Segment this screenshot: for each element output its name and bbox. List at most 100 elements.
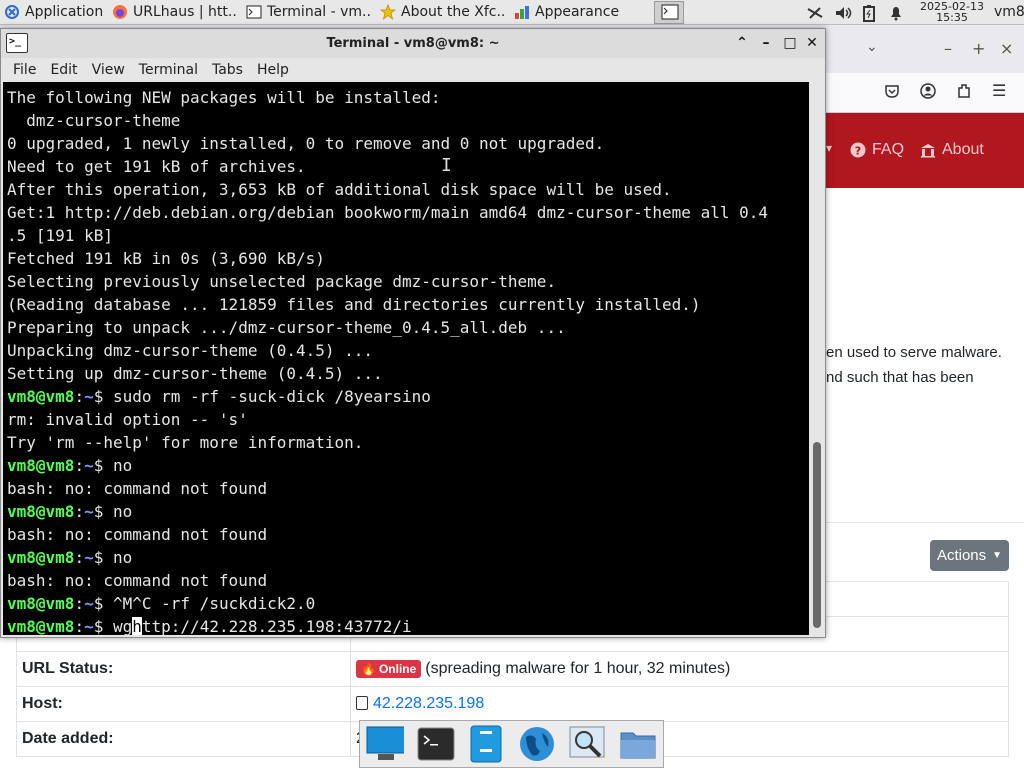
prompt-dir: ~ (84, 456, 94, 475)
web-browser-icon[interactable] (518, 725, 556, 763)
account-icon[interactable] (920, 83, 936, 103)
prompt-user: vm8@vm8 (7, 456, 75, 475)
prompt-symbol: $ (93, 548, 113, 567)
command-text: sudo rm -rf -suck-dick /8yearsino (112, 387, 431, 406)
prompt-user: vm8@vm8 (7, 548, 75, 567)
minimize-icon[interactable]: – (944, 39, 952, 58)
table-key: URL Status: (16, 651, 351, 687)
show-desktop-icon[interactable] (366, 725, 405, 763)
terminal-output-line: 0 upgraded, 1 newly installed, 0 to remo… (7, 134, 605, 153)
file-manager-icon[interactable] (467, 725, 505, 763)
command-text: ttp://42.228.235.198:43772/i (141, 617, 412, 635)
task-appearance[interactable]: Appearance (510, 0, 650, 25)
pocket-icon[interactable] (884, 83, 900, 103)
xfce-menu-icon (4, 4, 20, 20)
applications-menu-button[interactable]: Applications ≡ (0, 0, 108, 25)
terminal-command-line: vm8@vm8:~$ no (7, 500, 768, 523)
terminal-scrollbar[interactable] (809, 82, 825, 635)
prompt-user: vm8@vm8 (7, 502, 75, 521)
close-icon[interactable]: × (1000, 39, 1013, 58)
terminal-menu-tabs[interactable]: Tabs (212, 62, 243, 78)
active-window-button[interactable] (654, 0, 684, 24)
terminal-window: >_ Terminal - vm8@vm8: ~ ⌃ – □ ✕ File Edi… (0, 28, 826, 638)
network-icon[interactable] (806, 0, 824, 25)
prompt-sep: : (74, 387, 85, 406)
terminal-output-line: Fetched 191 kB in 0s (3,690 kB/s) (7, 249, 325, 268)
user-menu[interactable]: vm8 (994, 4, 1024, 20)
shade-up-icon[interactable]: ⌃ (733, 33, 751, 53)
terminal-icon (246, 4, 262, 20)
task-label: Appearance (535, 4, 620, 20)
terminal-icon[interactable] (417, 725, 455, 763)
terminal-output-line: Setting up dmz-cursor-theme (0.4.5) ... (7, 364, 383, 383)
command-text: no (112, 456, 133, 475)
prompt-dir: ~ (84, 502, 94, 521)
prompt-symbol: $ (93, 594, 113, 613)
app-finder-icon[interactable] (568, 725, 606, 763)
terminal-output-line: .5 [191 kB] (7, 226, 113, 245)
table-row: URL Status: 🔥 Online (spreading malware fo… (16, 651, 1009, 687)
folder-icon[interactable] (619, 725, 657, 763)
terminal-output-line: Unpacking dmz-cursor-theme (0.4.5) ... (7, 341, 374, 360)
task-terminal[interactable]: Terminal - vm... (242, 0, 376, 25)
terminal-menu-terminal[interactable]: Terminal (139, 62, 198, 78)
notifications-bell-icon[interactable] (888, 0, 904, 25)
dropdown-caret-icon[interactable]: ▾ (826, 141, 832, 155)
prompt-symbol: $ (93, 387, 113, 406)
terminal-menu-view[interactable]: View (92, 62, 125, 78)
task-label: Terminal - vm... (267, 4, 372, 20)
terminal-command-line: vm8@vm8:~$ ^M^C -rf /suckdick2.0 (7, 592, 768, 615)
terminal-menu-help[interactable]: Help (257, 62, 289, 78)
close-icon[interactable]: ✕ (803, 33, 821, 53)
window-title: Terminal - vm8@vm8: ~ (326, 36, 500, 51)
nav-faq-label: FAQ (872, 141, 905, 158)
prompt-user: vm8@vm8 (7, 594, 75, 613)
building-icon (920, 142, 936, 158)
terminal-output-line: dmz-cursor-theme (7, 111, 181, 130)
tab-list-chevron-icon[interactable]: ⌄ (866, 39, 878, 55)
terminal-menubar: File Edit View Terminal Tabs Help (1, 58, 825, 82)
terminal-output-line: Selecting previously unselected package … (7, 272, 557, 291)
prompt-user: vm8@vm8 (7, 387, 75, 406)
terminal-output-line: bash: no: command not found (7, 479, 268, 498)
terminal-icon[interactable]: >_ (6, 33, 28, 53)
maximize-icon[interactable]: + (972, 39, 985, 58)
prompt-sep: : (74, 456, 85, 475)
terminal-output[interactable]: The following NEW packages will be insta… (3, 82, 809, 635)
page-description-text: nd such that has been (826, 369, 974, 386)
terminal-titlebar[interactable]: >_ Terminal - vm8@vm8: ~ ⌃ – □ ✕ (1, 29, 825, 58)
command-text: wg (112, 617, 133, 635)
hamburger-menu-icon[interactable]: ☰ (992, 81, 1006, 100)
copy-icon[interactable] (356, 696, 368, 710)
prompt-symbol: $ (93, 456, 113, 475)
caret-down-icon: ▼ (992, 550, 1003, 561)
host-link[interactable]: 42.228.235.198 (373, 695, 484, 712)
scrollbar-thumb[interactable] (813, 442, 821, 628)
dock (359, 720, 664, 768)
prompt-dir: ~ (84, 548, 94, 567)
task-urlhaus[interactable]: URLhaus | htt... (108, 0, 242, 25)
extensions-icon[interactable] (956, 83, 972, 103)
terminal-output-line: bash: no: command not found (7, 571, 268, 590)
task-about-xfce[interactable]: About the Xfc... (376, 0, 510, 25)
nav-about-link[interactable]: About (920, 141, 984, 159)
clock-time: 15:35 (936, 11, 968, 24)
terminal-menu-edit[interactable]: Edit (50, 62, 77, 78)
table-row: Host: 42.228.235.198 (16, 686, 1009, 722)
terminal-menu-file[interactable]: File (13, 62, 36, 78)
terminal-command-line: vm8@vm8:~$ wghttp://42.228.235.198:43772… (7, 615, 768, 635)
nav-about-label: About (942, 141, 984, 158)
status-badge-label: Online (378, 662, 417, 676)
maximize-icon[interactable]: □ (781, 33, 799, 53)
nav-faq-link[interactable]: ? FAQ (850, 141, 904, 159)
clock[interactable]: 2025-02-13 15:35 (912, 0, 992, 23)
terminal-command-line: vm8@vm8:~$ no (7, 546, 768, 569)
battery-icon[interactable] (862, 0, 876, 25)
volume-icon[interactable] (834, 0, 854, 25)
minimize-icon[interactable]: – (757, 33, 775, 53)
table-key: Date added: (16, 721, 351, 757)
command-text: ^M^C -rf /suckdick2.0 (112, 594, 316, 613)
terminal-output-line: Need to get 191 kB of archives. (7, 157, 306, 176)
prompt-sep: : (74, 617, 85, 635)
actions-dropdown-button[interactable]: Actions ▼ (930, 540, 1009, 571)
